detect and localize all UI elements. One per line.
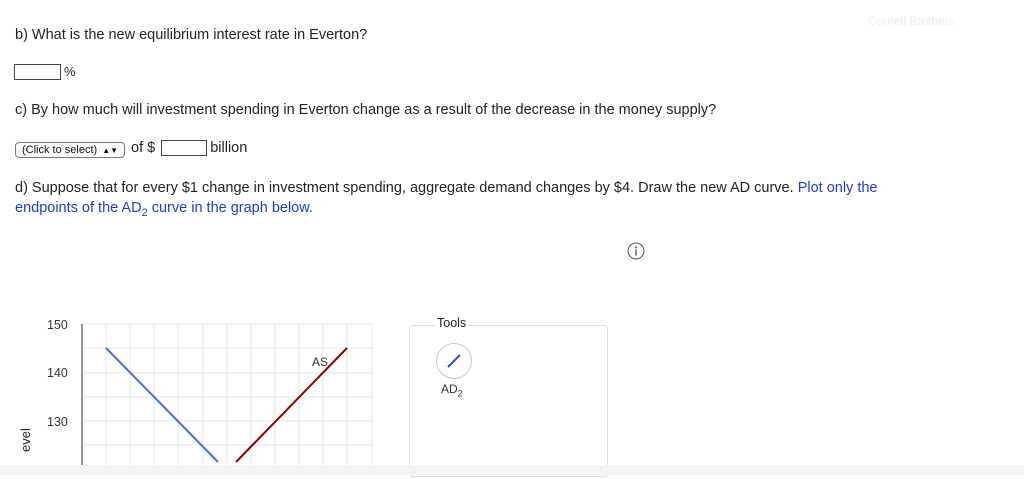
change-direction-select[interactable]: (Click to select) ▲▼ bbox=[15, 142, 126, 158]
investment-change-input[interactable] bbox=[161, 140, 208, 157]
line-draw-icon bbox=[447, 354, 461, 368]
question-d-instruction-1: Plot only the bbox=[797, 180, 878, 196]
select-value: (Click to select) bbox=[22, 144, 98, 156]
as-curve-label: AS bbox=[312, 355, 329, 369]
question-b-answer-row: % bbox=[14, 64, 76, 81]
question-d-text: d) Suppose that for every $1 change in i… bbox=[15, 178, 1010, 223]
y-tick-130: 130 bbox=[47, 415, 68, 429]
tool-label-text: AD bbox=[441, 382, 458, 396]
question-c-answer-row: of $ billion bbox=[131, 140, 248, 157]
question-d-instruction-2: endpoints of the AD bbox=[15, 200, 142, 216]
interest-rate-input[interactable] bbox=[14, 64, 61, 81]
percent-unit: % bbox=[64, 64, 76, 79]
question-d-instruction-3: curve in the graph below. bbox=[151, 200, 313, 216]
billion-unit: billion bbox=[210, 140, 248, 156]
y-tick-150: 150 bbox=[47, 318, 68, 332]
ad2-subscript: 2 bbox=[141, 206, 148, 219]
question-d-main: d) Suppose that for every $1 change in i… bbox=[15, 180, 794, 196]
ad2-tool-label: AD2 bbox=[441, 382, 463, 398]
question-b-text: b) What is the new equilibrium interest … bbox=[15, 27, 368, 43]
watermark-logo: Cornell Brothers bbox=[868, 14, 955, 28]
watermark-text: Cornell Brothers bbox=[868, 14, 955, 28]
graph-grid bbox=[82, 323, 373, 475]
select-arrows-icon: ▲▼ bbox=[102, 146, 119, 155]
y-tick-140: 140 bbox=[47, 366, 68, 380]
ad2-line-tool-button[interactable] bbox=[436, 343, 472, 379]
of-dollar-text: of $ bbox=[131, 140, 156, 156]
y-axis-label: evel bbox=[18, 428, 33, 452]
question-c-text: c) By how much will investment spending … bbox=[15, 102, 717, 118]
tools-title: Tools bbox=[435, 316, 469, 330]
tool-label-subscript: 2 bbox=[457, 388, 463, 399]
info-icon[interactable] bbox=[627, 242, 645, 260]
bottom-strip bbox=[0, 465, 1024, 475]
